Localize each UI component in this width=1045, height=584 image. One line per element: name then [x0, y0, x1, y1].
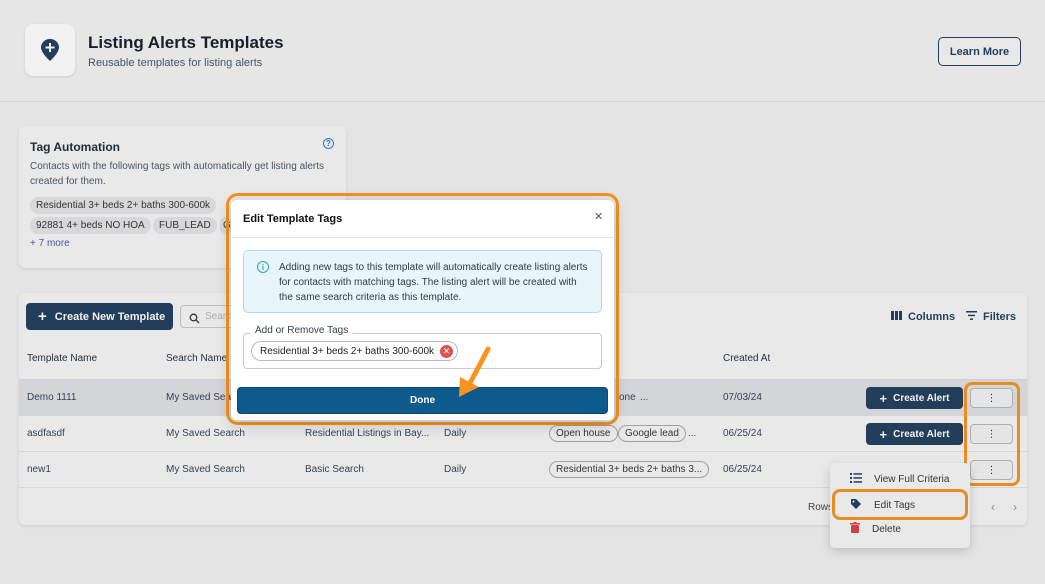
dialog-title: Edit Template Tags	[243, 213, 343, 225]
selected-tag-label: Residential 3+ beds 2+ baths 300-600k	[260, 345, 435, 357]
info-text: Adding new tags to this template will au…	[279, 262, 588, 303]
tags-field-label: Add or Remove Tags	[250, 325, 354, 336]
selected-tag-chip: Residential 3+ beds 2+ baths 300-600k ✕	[251, 341, 459, 361]
dialog-divider	[231, 237, 614, 238]
done-button[interactable]: Done	[237, 387, 608, 414]
annotation-arrow-icon	[459, 346, 491, 397]
info-alert: i Adding new tags to this template will …	[243, 250, 602, 313]
close-icon[interactable]: ✕	[594, 210, 603, 223]
remove-tag-icon[interactable]: ✕	[440, 344, 454, 358]
edit-template-tags-dialog: Edit Template Tags ✕ i Adding new tags t…	[231, 200, 614, 420]
info-icon: i	[257, 261, 269, 273]
